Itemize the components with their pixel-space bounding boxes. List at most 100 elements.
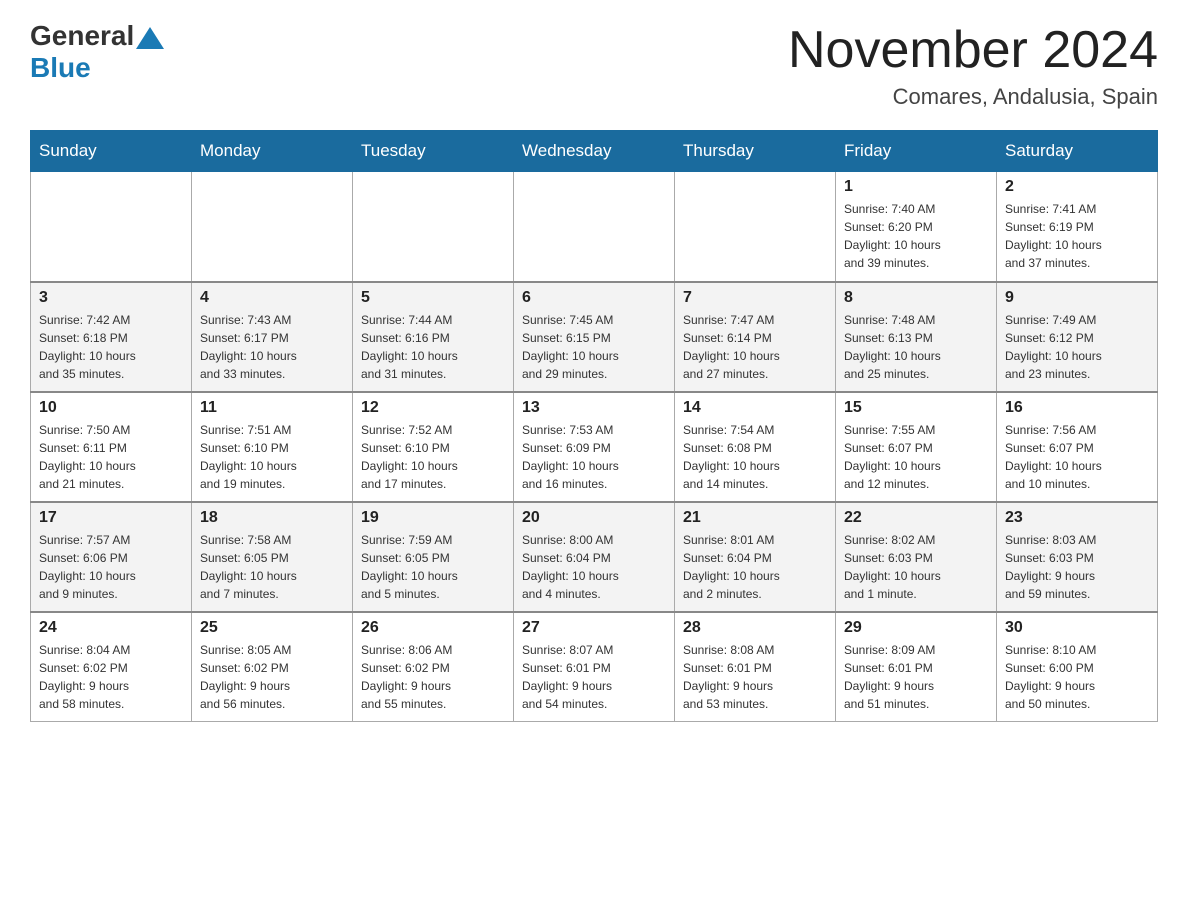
day-number: 2 [1005, 178, 1149, 196]
day-info: Sunrise: 8:07 AM Sunset: 6:01 PM Dayligh… [522, 641, 666, 713]
day-info: Sunrise: 7:52 AM Sunset: 6:10 PM Dayligh… [361, 421, 505, 493]
day-info: Sunrise: 7:43 AM Sunset: 6:17 PM Dayligh… [200, 311, 344, 383]
day-info: Sunrise: 7:45 AM Sunset: 6:15 PM Dayligh… [522, 311, 666, 383]
day-info: Sunrise: 7:58 AM Sunset: 6:05 PM Dayligh… [200, 531, 344, 603]
logo-general-text: General [30, 20, 134, 52]
day-number: 13 [522, 399, 666, 417]
day-cell: 1 Sunrise: 7:40 AM Sunset: 6:20 PM Daylig… [836, 172, 997, 282]
day-number: 12 [361, 399, 505, 417]
title-area: November 2024 Comares, Andalusia, Spain [788, 20, 1158, 110]
day-cell: 26 Sunrise: 8:06 AM Sunset: 6:02 PM Dayli… [353, 612, 514, 722]
day-cell: 14Sunrise: 7:54 AM Sunset: 6:08 PM Dayli… [675, 392, 836, 502]
day-cell: 10 Sunrise: 7:50 AM Sunset: 6:11 PM Dayli… [31, 392, 192, 502]
day-number: 21 [683, 509, 827, 527]
week-row-1: 1 Sunrise: 7:40 AM Sunset: 6:20 PM Daylig… [31, 172, 1158, 282]
page-header: General Blue November 2024 Comares, Anda… [30, 20, 1158, 110]
day-cell: 2 Sunrise: 7:41 AM Sunset: 6:19 PM Daylig… [997, 172, 1158, 282]
day-cell: 7Sunrise: 7:47 AM Sunset: 6:14 PM Daylig… [675, 282, 836, 392]
header-wednesday: Wednesday [514, 131, 675, 172]
logo-triangle-icon [136, 27, 164, 49]
day-cell: 3 Sunrise: 7:42 AM Sunset: 6:18 PM Daylig… [31, 282, 192, 392]
week-row-5: 24 Sunrise: 8:04 AM Sunset: 6:02 PM Dayli… [31, 612, 1158, 722]
day-cell: 15Sunrise: 7:55 AM Sunset: 6:07 PM Dayli… [836, 392, 997, 502]
day-info: Sunrise: 7:59 AM Sunset: 6:05 PM Dayligh… [361, 531, 505, 603]
day-info: Sunrise: 8:05 AM Sunset: 6:02 PM Dayligh… [200, 641, 344, 713]
day-number: 25 [200, 619, 344, 637]
day-cell: 12 Sunrise: 7:52 AM Sunset: 6:10 PM Dayli… [353, 392, 514, 502]
day-number: 1 [844, 178, 988, 196]
day-cell: 19 Sunrise: 7:59 AM Sunset: 6:05 PM Dayli… [353, 502, 514, 612]
day-number: 17 [39, 509, 183, 527]
day-cell [675, 172, 836, 282]
header-saturday: Saturday [997, 131, 1158, 172]
calendar-subtitle: Comares, Andalusia, Spain [788, 84, 1158, 110]
day-cell: 21 Sunrise: 8:01 AM Sunset: 6:04 PM Dayli… [675, 502, 836, 612]
day-cell: 25 Sunrise: 8:05 AM Sunset: 6:02 PM Dayli… [192, 612, 353, 722]
day-info: Sunrise: 8:00 AM Sunset: 6:04 PM Dayligh… [522, 531, 666, 603]
day-info: Sunrise: 7:48 AM Sunset: 6:13 PM Dayligh… [844, 311, 988, 383]
day-number: 15 [844, 399, 988, 417]
day-cell: 22Sunrise: 8:02 AM Sunset: 6:03 PM Dayli… [836, 502, 997, 612]
header-tuesday: Tuesday [353, 131, 514, 172]
day-number: 10 [39, 399, 183, 417]
day-cell: 6 Sunrise: 7:45 AM Sunset: 6:15 PM Daylig… [514, 282, 675, 392]
day-number: 3 [39, 289, 183, 307]
header-row: SundayMondayTuesdayWednesdayThursdayFrid… [31, 131, 1158, 172]
day-number: 29 [844, 619, 988, 637]
day-info: Sunrise: 7:56 AM Sunset: 6:07 PM Dayligh… [1005, 421, 1149, 493]
day-info: Sunrise: 7:47 AM Sunset: 6:14 PM Dayligh… [683, 311, 827, 383]
day-cell: 4 Sunrise: 7:43 AM Sunset: 6:17 PM Daylig… [192, 282, 353, 392]
day-cell: 11 Sunrise: 7:51 AM Sunset: 6:10 PM Dayli… [192, 392, 353, 502]
day-info: Sunrise: 8:08 AM Sunset: 6:01 PM Dayligh… [683, 641, 827, 713]
day-number: 24 [39, 619, 183, 637]
day-cell: 17Sunrise: 7:57 AM Sunset: 6:06 PM Dayli… [31, 502, 192, 612]
day-cell: 27 Sunrise: 8:07 AM Sunset: 6:01 PM Dayli… [514, 612, 675, 722]
logo: General Blue [30, 20, 166, 84]
day-cell [514, 172, 675, 282]
day-number: 26 [361, 619, 505, 637]
day-number: 27 [522, 619, 666, 637]
day-number: 20 [522, 509, 666, 527]
day-cell: 28 Sunrise: 8:08 AM Sunset: 6:01 PM Dayli… [675, 612, 836, 722]
day-info: Sunrise: 7:41 AM Sunset: 6:19 PM Dayligh… [1005, 200, 1149, 272]
day-cell: 16Sunrise: 7:56 AM Sunset: 6:07 PM Dayli… [997, 392, 1158, 502]
day-info: Sunrise: 7:53 AM Sunset: 6:09 PM Dayligh… [522, 421, 666, 493]
day-cell: 24 Sunrise: 8:04 AM Sunset: 6:02 PM Dayli… [31, 612, 192, 722]
header-thursday: Thursday [675, 131, 836, 172]
day-cell: 30Sunrise: 8:10 AM Sunset: 6:00 PM Dayli… [997, 612, 1158, 722]
week-row-4: 17Sunrise: 7:57 AM Sunset: 6:06 PM Dayli… [31, 502, 1158, 612]
day-info: Sunrise: 7:50 AM Sunset: 6:11 PM Dayligh… [39, 421, 183, 493]
day-info: Sunrise: 8:06 AM Sunset: 6:02 PM Dayligh… [361, 641, 505, 713]
day-cell [353, 172, 514, 282]
day-info: Sunrise: 8:03 AM Sunset: 6:03 PM Dayligh… [1005, 531, 1149, 603]
day-number: 14 [683, 399, 827, 417]
day-info: Sunrise: 8:02 AM Sunset: 6:03 PM Dayligh… [844, 531, 988, 603]
day-info: Sunrise: 8:01 AM Sunset: 6:04 PM Dayligh… [683, 531, 827, 603]
day-cell: 13 Sunrise: 7:53 AM Sunset: 6:09 PM Dayli… [514, 392, 675, 502]
day-info: Sunrise: 8:10 AM Sunset: 6:00 PM Dayligh… [1005, 641, 1149, 713]
day-number: 28 [683, 619, 827, 637]
day-number: 9 [1005, 289, 1149, 307]
day-cell: 8Sunrise: 7:48 AM Sunset: 6:13 PM Daylig… [836, 282, 997, 392]
day-number: 5 [361, 289, 505, 307]
day-info: Sunrise: 7:42 AM Sunset: 6:18 PM Dayligh… [39, 311, 183, 383]
calendar-title: November 2024 [788, 20, 1158, 80]
day-number: 23 [1005, 509, 1149, 527]
day-cell: 9Sunrise: 7:49 AM Sunset: 6:12 PM Daylig… [997, 282, 1158, 392]
week-row-2: 3 Sunrise: 7:42 AM Sunset: 6:18 PM Daylig… [31, 282, 1158, 392]
day-cell: 29Sunrise: 8:09 AM Sunset: 6:01 PM Dayli… [836, 612, 997, 722]
day-number: 19 [361, 509, 505, 527]
day-cell [31, 172, 192, 282]
day-info: Sunrise: 7:40 AM Sunset: 6:20 PM Dayligh… [844, 200, 988, 272]
day-cell: 18 Sunrise: 7:58 AM Sunset: 6:05 PM Dayli… [192, 502, 353, 612]
day-info: Sunrise: 7:51 AM Sunset: 6:10 PM Dayligh… [200, 421, 344, 493]
day-info: Sunrise: 7:44 AM Sunset: 6:16 PM Dayligh… [361, 311, 505, 383]
day-number: 4 [200, 289, 344, 307]
day-number: 18 [200, 509, 344, 527]
day-cell: 23 Sunrise: 8:03 AM Sunset: 6:03 PM Dayli… [997, 502, 1158, 612]
header-friday: Friday [836, 131, 997, 172]
day-info: Sunrise: 8:04 AM Sunset: 6:02 PM Dayligh… [39, 641, 183, 713]
day-cell: 5 Sunrise: 7:44 AM Sunset: 6:16 PM Daylig… [353, 282, 514, 392]
day-number: 11 [200, 399, 344, 417]
day-number: 6 [522, 289, 666, 307]
